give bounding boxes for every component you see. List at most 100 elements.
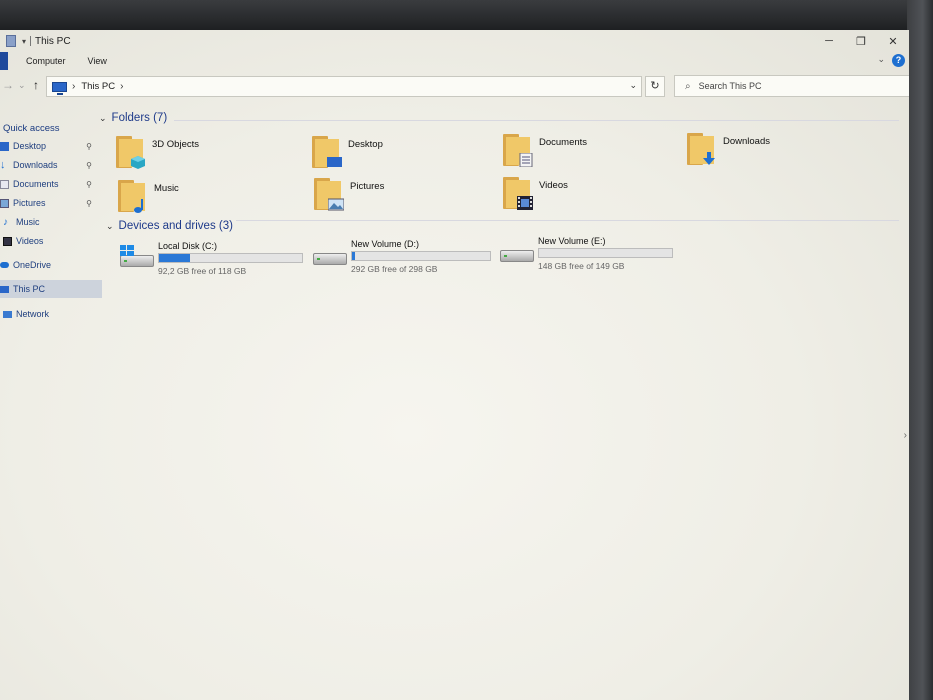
- sidebar-item-label: Downloads: [13, 160, 58, 170]
- breadcrumb-chevron-icon[interactable]: ›: [120, 81, 123, 92]
- sidebar-item-label: This PC: [13, 284, 46, 294]
- window-controls: ─ ❐ ✕: [813, 30, 909, 52]
- up-button[interactable]: ↑: [33, 78, 39, 92]
- search-icon: ⌕: [685, 80, 691, 92]
- videos-folder-icon: [503, 177, 533, 210]
- drive-icon: [313, 249, 347, 265]
- onedrive-icon: [0, 262, 9, 268]
- pin-icon: ⚲: [86, 141, 92, 151]
- folder-label: Pictures: [350, 181, 385, 192]
- folder-videos[interactable]: Videos: [503, 177, 673, 217]
- title-bar: ▾ This PC ─ ❐ ✕: [0, 30, 909, 52]
- folder-label: Downloads: [723, 136, 770, 147]
- chevron-down-icon: ⌄: [99, 112, 107, 123]
- downloads-folder-icon: [687, 133, 715, 165]
- monitor-bezel-right: [907, 0, 933, 700]
- folder-documents[interactable]: Documents: [503, 134, 673, 174]
- folder-downloads[interactable]: Downloads: [687, 133, 857, 173]
- sidebar-item-label: Music: [16, 217, 40, 227]
- tab-view[interactable]: View: [84, 56, 111, 66]
- drive-usage-fill: [352, 252, 355, 260]
- sidebar-item-label: Network: [16, 309, 50, 319]
- minimize-button[interactable]: ─: [813, 30, 845, 52]
- search-box[interactable]: ⌕: [674, 75, 909, 97]
- pin-icon: ⚲: [86, 198, 92, 208]
- folder-label: 3D Objects: [152, 139, 199, 150]
- folder-desktop[interactable]: Desktop: [312, 136, 482, 176]
- documents-icon: [0, 179, 9, 189]
- local-disk-icon: [120, 245, 154, 267]
- this-pc-icon: [52, 81, 67, 95]
- network-icon: [3, 310, 12, 318]
- quick-access-dropdown-icon[interactable]: ▾: [22, 37, 26, 46]
- drive-name: New Volume (E:): [538, 236, 606, 246]
- folder-label: Music: [154, 183, 179, 194]
- pin-icon: ⚲: [86, 160, 92, 170]
- drives-section-header[interactable]: ⌄ Devices and drives (3): [106, 220, 233, 232]
- window-title: This PC: [35, 35, 71, 47]
- music-icon: ♪: [3, 216, 8, 228]
- desktop-icon: [0, 141, 9, 151]
- maximize-button[interactable]: ❐: [845, 30, 877, 52]
- folder-pictures[interactable]: Pictures: [314, 178, 484, 218]
- search-input[interactable]: [698, 81, 879, 91]
- quick-access-header[interactable]: Quick access: [3, 123, 60, 134]
- drive-c[interactable]: Local Disk (C:) 92,2 GB free of 118 GB: [120, 241, 310, 281]
- drive-usage-bar: [538, 248, 673, 258]
- downloads-icon: ↓: [0, 158, 6, 171]
- drive-free-space: 92,2 GB free of 118 GB: [158, 266, 247, 276]
- recent-locations-button[interactable]: ⌄: [18, 80, 26, 91]
- drive-icon: [500, 246, 534, 262]
- forward-button[interactable]: →: [2, 78, 14, 92]
- folder-3d-objects[interactable]: 3D Objects: [116, 136, 286, 176]
- 3d-objects-folder-icon: [116, 136, 145, 169]
- drive-usage-bar: [351, 251, 491, 261]
- folders-section-header[interactable]: ⌄ Folders (7): [99, 112, 167, 124]
- sidebar-item-downloads[interactable]: ↓ Downloads ⚲: [0, 156, 102, 174]
- address-bar[interactable]: › This PC › ⌄: [46, 76, 642, 97]
- drive-free-space: 292 GB free of 298 GB: [351, 264, 438, 274]
- sidebar-item-this-pc[interactable]: This PC: [0, 280, 102, 298]
- sidebar-item-videos[interactable]: Videos: [0, 232, 102, 250]
- scroll-arrow-icon[interactable]: ›: [904, 430, 907, 441]
- videos-icon: [3, 236, 12, 246]
- folder-label: Desktop: [348, 139, 383, 150]
- sidebar-item-pictures[interactable]: Pictures ⚲: [0, 194, 102, 212]
- help-icon[interactable]: ?: [892, 54, 905, 67]
- sidebar-item-onedrive[interactable]: OneDrive: [0, 256, 102, 274]
- desktop-folder-icon: [312, 136, 342, 168]
- folder-music[interactable]: Music: [118, 180, 288, 220]
- sidebar-item-label: Videos: [16, 236, 44, 246]
- close-button[interactable]: ✕: [877, 30, 909, 52]
- sidebar-item-label: Desktop: [13, 141, 47, 151]
- pin-icon: ⚲: [86, 179, 92, 189]
- sidebar-item-desktop[interactable]: Desktop ⚲: [0, 137, 102, 155]
- sidebar-item-label: Documents: [13, 179, 59, 189]
- drive-usage-bar: [158, 253, 303, 263]
- file-tab[interactable]: [0, 52, 8, 70]
- music-folder-icon: [118, 180, 146, 213]
- quick-access-toolbar-icon[interactable]: [6, 35, 16, 47]
- folder-label: Videos: [539, 180, 568, 191]
- documents-folder-icon: [503, 134, 533, 167]
- pictures-folder-icon: [314, 178, 344, 211]
- drive-name: New Volume (D:): [351, 239, 420, 249]
- sidebar-item-music[interactable]: ♪ Music: [0, 213, 102, 231]
- expand-ribbon-icon[interactable]: ⌄: [877, 54, 885, 65]
- breadcrumb-separator[interactable]: ›: [72, 81, 75, 92]
- refresh-button[interactable]: ↻: [645, 76, 665, 97]
- chevron-down-icon: ⌄: [106, 220, 114, 231]
- sidebar-item-network[interactable]: Network: [0, 305, 102, 323]
- section-divider: [236, 220, 899, 221]
- tab-computer[interactable]: Computer: [22, 56, 70, 66]
- drive-usage-fill: [159, 254, 191, 262]
- drive-e[interactable]: New Volume (E:) 148 GB free of 149 GB: [500, 236, 690, 276]
- folder-label: Documents: [539, 137, 588, 148]
- address-history-dropdown[interactable]: ⌄: [629, 80, 637, 91]
- sidebar-item-label: Pictures: [13, 198, 46, 208]
- breadcrumb-this-pc[interactable]: This PC: [81, 81, 115, 92]
- sidebar-item-documents[interactable]: Documents ⚲: [0, 175, 102, 193]
- this-pc-icon: [0, 285, 9, 293]
- section-divider: [174, 120, 899, 121]
- drive-d[interactable]: New Volume (D:) 292 GB free of 298 GB: [313, 239, 503, 279]
